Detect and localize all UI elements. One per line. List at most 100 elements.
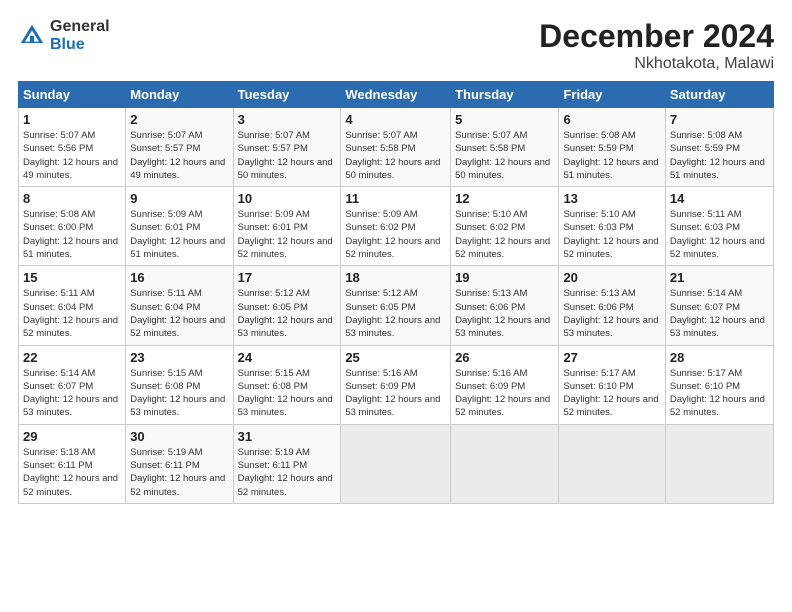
day-info: Sunrise: 5:19 AMSunset: 6:11 PMDaylight:… xyxy=(130,446,228,499)
day-number: 1 xyxy=(23,112,121,127)
header-thursday: Thursday xyxy=(451,82,559,108)
subtitle: Nkhotakota, Malawi xyxy=(539,55,774,73)
calendar-cell: 25 Sunrise: 5:16 AMSunset: 6:09 PMDayligh… xyxy=(341,345,451,424)
calendar-cell: 28 Sunrise: 5:17 AMSunset: 6:10 PMDayligh… xyxy=(665,345,773,424)
calendar-cell: 3 Sunrise: 5:07 AMSunset: 5:57 PMDaylight… xyxy=(233,108,341,187)
day-info: Sunrise: 5:08 AMSunset: 5:59 PMDaylight:… xyxy=(563,129,660,182)
day-info: Sunrise: 5:07 AMSunset: 5:57 PMDaylight:… xyxy=(130,129,228,182)
day-number: 30 xyxy=(130,429,228,444)
calendar-cell: 26Sunrise: 5:16 AMSunset: 6:09 PMDayligh… xyxy=(451,345,559,424)
calendar-cell: 11 Sunrise: 5:09 AMSunset: 6:02 PMDayligh… xyxy=(341,187,451,266)
header-row: Sunday Monday Tuesday Wednesday Thursday… xyxy=(19,82,774,108)
day-info: Sunrise: 5:09 AMSunset: 6:01 PMDaylight:… xyxy=(130,208,228,261)
day-number: 8 xyxy=(23,191,121,206)
day-number: 25 xyxy=(345,350,446,365)
day-info: Sunrise: 5:08 AMSunset: 6:00 PMDaylight:… xyxy=(23,208,121,261)
logo-blue-label: Blue xyxy=(50,36,110,54)
calendar-cell: 27Sunrise: 5:17 AMSunset: 6:10 PMDayligh… xyxy=(559,345,665,424)
day-info: Sunrise: 5:13 AMSunset: 6:06 PMDaylight:… xyxy=(563,287,660,340)
calendar-cell: 15 Sunrise: 5:11 AMSunset: 6:04 PMDayligh… xyxy=(19,266,126,345)
day-number: 27 xyxy=(563,350,660,365)
day-number: 13 xyxy=(563,191,660,206)
header-sunday: Sunday xyxy=(19,82,126,108)
header-saturday: Saturday xyxy=(665,82,773,108)
logo-text: General Blue xyxy=(50,18,110,53)
calendar-table: Sunday Monday Tuesday Wednesday Thursday… xyxy=(18,81,774,504)
calendar-body: 1 Sunrise: 5:07 AMSunset: 5:56 PMDaylight… xyxy=(19,108,774,504)
day-info: Sunrise: 5:09 AMSunset: 6:01 PMDaylight:… xyxy=(238,208,337,261)
day-number: 10 xyxy=(238,191,337,206)
day-number: 21 xyxy=(670,270,769,285)
day-info: Sunrise: 5:07 AMSunset: 5:58 PMDaylight:… xyxy=(455,129,554,182)
day-number: 23 xyxy=(130,350,228,365)
day-info: Sunrise: 5:07 AMSunset: 5:57 PMDaylight:… xyxy=(238,129,337,182)
calendar-cell: 13Sunrise: 5:10 AMSunset: 6:03 PMDayligh… xyxy=(559,187,665,266)
day-number: 22 xyxy=(23,350,121,365)
calendar-cell: 7Sunrise: 5:08 AMSunset: 5:59 PMDaylight… xyxy=(665,108,773,187)
day-number: 4 xyxy=(345,112,446,127)
calendar-cell: 23 Sunrise: 5:15 AMSunset: 6:08 PMDayligh… xyxy=(126,345,233,424)
day-info: Sunrise: 5:14 AMSunset: 6:07 PMDaylight:… xyxy=(670,287,769,340)
calendar-cell xyxy=(341,424,451,503)
title-block: December 2024 Nkhotakota, Malawi xyxy=(539,18,774,73)
calendar-cell: 20 Sunrise: 5:13 AMSunset: 6:06 PMDayligh… xyxy=(559,266,665,345)
day-info: Sunrise: 5:10 AMSunset: 6:02 PMDaylight:… xyxy=(455,208,554,261)
page: General Blue December 2024 Nkhotakota, M… xyxy=(0,0,792,612)
calendar-cell: 16 Sunrise: 5:11 AMSunset: 6:04 PMDayligh… xyxy=(126,266,233,345)
header-wednesday: Wednesday xyxy=(341,82,451,108)
calendar-cell: 18Sunrise: 5:12 AMSunset: 6:05 PMDayligh… xyxy=(341,266,451,345)
logo-icon xyxy=(18,22,46,50)
day-info: Sunrise: 5:13 AMSunset: 6:06 PMDaylight:… xyxy=(455,287,554,340)
day-number: 28 xyxy=(670,350,769,365)
day-info: Sunrise: 5:11 AMSunset: 6:04 PMDaylight:… xyxy=(23,287,121,340)
day-number: 14 xyxy=(670,191,769,206)
calendar-cell: 9 Sunrise: 5:09 AMSunset: 6:01 PMDaylight… xyxy=(126,187,233,266)
day-number: 3 xyxy=(238,112,337,127)
day-number: 5 xyxy=(455,112,554,127)
calendar-week-5: 29 Sunrise: 5:18 AMSunset: 6:11 PMDayligh… xyxy=(19,424,774,503)
logo: General Blue xyxy=(18,18,110,53)
calendar-cell xyxy=(559,424,665,503)
day-info: Sunrise: 5:14 AMSunset: 6:07 PMDaylight:… xyxy=(23,367,121,420)
calendar-cell: 8 Sunrise: 5:08 AMSunset: 6:00 PMDaylight… xyxy=(19,187,126,266)
day-info: Sunrise: 5:07 AMSunset: 5:56 PMDaylight:… xyxy=(23,129,121,182)
day-number: 19 xyxy=(455,270,554,285)
day-number: 16 xyxy=(130,270,228,285)
day-number: 18 xyxy=(345,270,446,285)
header-monday: Monday xyxy=(126,82,233,108)
logo-general-label: General xyxy=(50,18,110,36)
day-info: Sunrise: 5:09 AMSunset: 6:02 PMDaylight:… xyxy=(345,208,446,261)
calendar-cell: 2Sunrise: 5:07 AMSunset: 5:57 PMDaylight… xyxy=(126,108,233,187)
header-tuesday: Tuesday xyxy=(233,82,341,108)
day-info: Sunrise: 5:18 AMSunset: 6:11 PMDaylight:… xyxy=(23,446,121,499)
header-friday: Friday xyxy=(559,82,665,108)
calendar-cell: 21 Sunrise: 5:14 AMSunset: 6:07 PMDayligh… xyxy=(665,266,773,345)
calendar-cell xyxy=(451,424,559,503)
calendar-cell: 17Sunrise: 5:12 AMSunset: 6:05 PMDayligh… xyxy=(233,266,341,345)
day-info: Sunrise: 5:07 AMSunset: 5:58 PMDaylight:… xyxy=(345,129,446,182)
calendar-cell: 19 Sunrise: 5:13 AMSunset: 6:06 PMDayligh… xyxy=(451,266,559,345)
day-number: 15 xyxy=(23,270,121,285)
calendar-cell: 14 Sunrise: 5:11 AMSunset: 6:03 PMDayligh… xyxy=(665,187,773,266)
calendar-cell: 31Sunrise: 5:19 AMSunset: 6:11 PMDayligh… xyxy=(233,424,341,503)
day-info: Sunrise: 5:17 AMSunset: 6:10 PMDaylight:… xyxy=(670,367,769,420)
main-title: December 2024 xyxy=(539,18,774,55)
day-info: Sunrise: 5:11 AMSunset: 6:04 PMDaylight:… xyxy=(130,287,228,340)
day-info: Sunrise: 5:16 AMSunset: 6:09 PMDaylight:… xyxy=(345,367,446,420)
calendar-cell: 22 Sunrise: 5:14 AMSunset: 6:07 PMDayligh… xyxy=(19,345,126,424)
calendar-cell: 24 Sunrise: 5:15 AMSunset: 6:08 PMDayligh… xyxy=(233,345,341,424)
day-number: 24 xyxy=(238,350,337,365)
calendar-cell xyxy=(665,424,773,503)
calendar-cell: 29 Sunrise: 5:18 AMSunset: 6:11 PMDayligh… xyxy=(19,424,126,503)
day-info: Sunrise: 5:11 AMSunset: 6:03 PMDaylight:… xyxy=(670,208,769,261)
day-number: 29 xyxy=(23,429,121,444)
calendar-week-1: 1 Sunrise: 5:07 AMSunset: 5:56 PMDaylight… xyxy=(19,108,774,187)
day-info: Sunrise: 5:15 AMSunset: 6:08 PMDaylight:… xyxy=(130,367,228,420)
day-number: 20 xyxy=(563,270,660,285)
day-number: 7 xyxy=(670,112,769,127)
day-info: Sunrise: 5:15 AMSunset: 6:08 PMDaylight:… xyxy=(238,367,337,420)
day-number: 11 xyxy=(345,191,446,206)
day-number: 9 xyxy=(130,191,228,206)
calendar-week-2: 8 Sunrise: 5:08 AMSunset: 6:00 PMDaylight… xyxy=(19,187,774,266)
day-number: 31 xyxy=(238,429,337,444)
